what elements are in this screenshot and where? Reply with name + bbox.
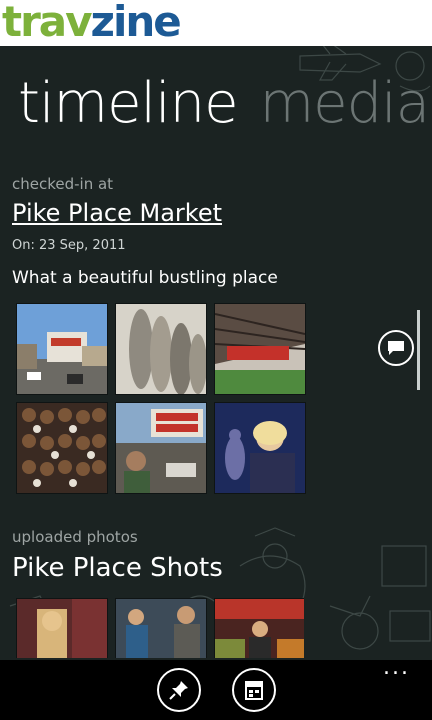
calendar-button[interactable] (232, 668, 276, 712)
photo-thumbnail[interactable] (16, 402, 108, 494)
more-options-button[interactable]: ... (383, 657, 410, 679)
application-bar: ... (0, 657, 432, 720)
scroll-indicator (417, 310, 420, 390)
photo-thumbnail[interactable] (115, 598, 207, 658)
comment-button[interactable] (378, 330, 414, 366)
uploads-label: uploaded photos (12, 528, 138, 546)
checkin-comment: What a beautiful bustling place (12, 268, 278, 288)
brand-header: travzine (0, 0, 432, 46)
travzine-logo: travzine (2, 0, 182, 46)
pin-button[interactable] (157, 668, 201, 712)
uploads-title[interactable]: Pike Place Shots (12, 553, 223, 583)
photo-thumbnail[interactable] (214, 598, 304, 658)
place-link[interactable]: Pike Place Market (12, 199, 222, 227)
comment-bubble-icon (388, 341, 404, 355)
pivot-tab-timeline[interactable]: timeline (18, 72, 239, 136)
checkin-date: On: 23 Sep, 2011 (12, 238, 126, 253)
checkin-label: checked-in at (12, 175, 114, 193)
pivot-header: timeline media (18, 72, 432, 136)
photo-thumbnail[interactable] (214, 402, 306, 494)
uploads-photo-strip (16, 598, 304, 658)
photo-thumbnail[interactable] (16, 598, 108, 658)
pin-icon (169, 681, 188, 700)
photo-thumbnail[interactable] (214, 303, 306, 395)
calendar-icon (245, 681, 263, 700)
photo-thumbnail[interactable] (115, 303, 207, 395)
photo-thumbnail[interactable] (16, 303, 108, 395)
pivot-tab-media[interactable]: media (260, 72, 430, 136)
photo-thumbnail[interactable] (115, 402, 207, 494)
